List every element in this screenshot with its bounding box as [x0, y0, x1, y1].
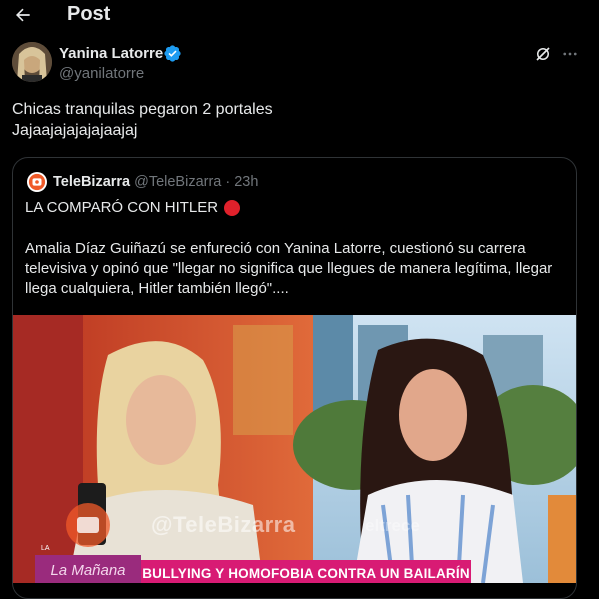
quoted-body-line: televisiva y opinó que "llegar no signif… — [25, 260, 553, 277]
page-title: Post — [67, 3, 111, 25]
red-circle-icon — [224, 199, 241, 216]
author-name[interactable]: Yanina Latorre — [59, 45, 163, 62]
more-dots-icon — [563, 52, 577, 56]
quoted-body-line: Amalia Díaz Guiñazú se enfureció con Yan… — [25, 240, 526, 257]
author-handle[interactable]: @yanilatorre — [59, 65, 144, 82]
separator-dot: · — [225, 174, 231, 190]
grok-button[interactable] — [532, 43, 554, 65]
quoted-body: Amalia Díaz Guiñazú se enfureció con Yan… — [25, 239, 570, 299]
tv-screenshot-image — [13, 315, 576, 583]
post-text: Chicas tranquilas pegaron 2 portales Jaj… — [12, 99, 582, 141]
news-banner: BULLYING Y HOMOFOBIA CONTRA UN BAILARÍN — [141, 560, 471, 583]
quoted-media-image[interactable]: @TeleBizarra eltrece LA La Mañana BULLYI… — [13, 315, 576, 583]
more-options-button[interactable] — [559, 43, 581, 65]
post-text-line: Jajaajajajajajaajaj — [12, 122, 138, 139]
quoted-author-name: TeleBizarra — [53, 174, 131, 190]
arrow-left-icon — [16, 8, 30, 22]
telebizarra-logo-icon — [28, 173, 46, 191]
show-logo-top-text: LA — [41, 545, 50, 552]
post-text-line: Chicas tranquilas pegaron 2 portales — [12, 101, 273, 118]
avatar[interactable] — [12, 42, 52, 82]
quoted-author-handle: @TeleBizarra — [134, 174, 222, 190]
post-author: Yanina Latorre @yanilatorre — [12, 42, 587, 86]
quoted-headline: LA COMPARÓ CON HITLER — [25, 199, 241, 216]
quoted-timestamp: 23h — [234, 174, 259, 190]
show-logo: La Mañana — [35, 555, 141, 583]
avatar-image — [12, 42, 52, 82]
quoted-body-line: llega cualquiera, Hitler también llegó".… — [25, 280, 289, 297]
quoted-post[interactable]: TeleBizarra @TeleBizarra · 23h LA COMPAR… — [12, 157, 577, 599]
top-bar: Post — [0, 0, 599, 32]
quoted-headline-text: LA COMPARÓ CON HITLER — [25, 199, 219, 216]
quoted-post-header: TeleBizarra @TeleBizarra · 23h — [27, 172, 258, 192]
watermark-text: @TeleBizarra — [151, 512, 296, 537]
quoted-avatar — [27, 172, 47, 192]
grok-icon — [536, 47, 550, 61]
channel-watermark: eltrece — [365, 516, 420, 535]
verified-badge-icon — [164, 45, 181, 62]
back-button[interactable] — [10, 2, 36, 28]
